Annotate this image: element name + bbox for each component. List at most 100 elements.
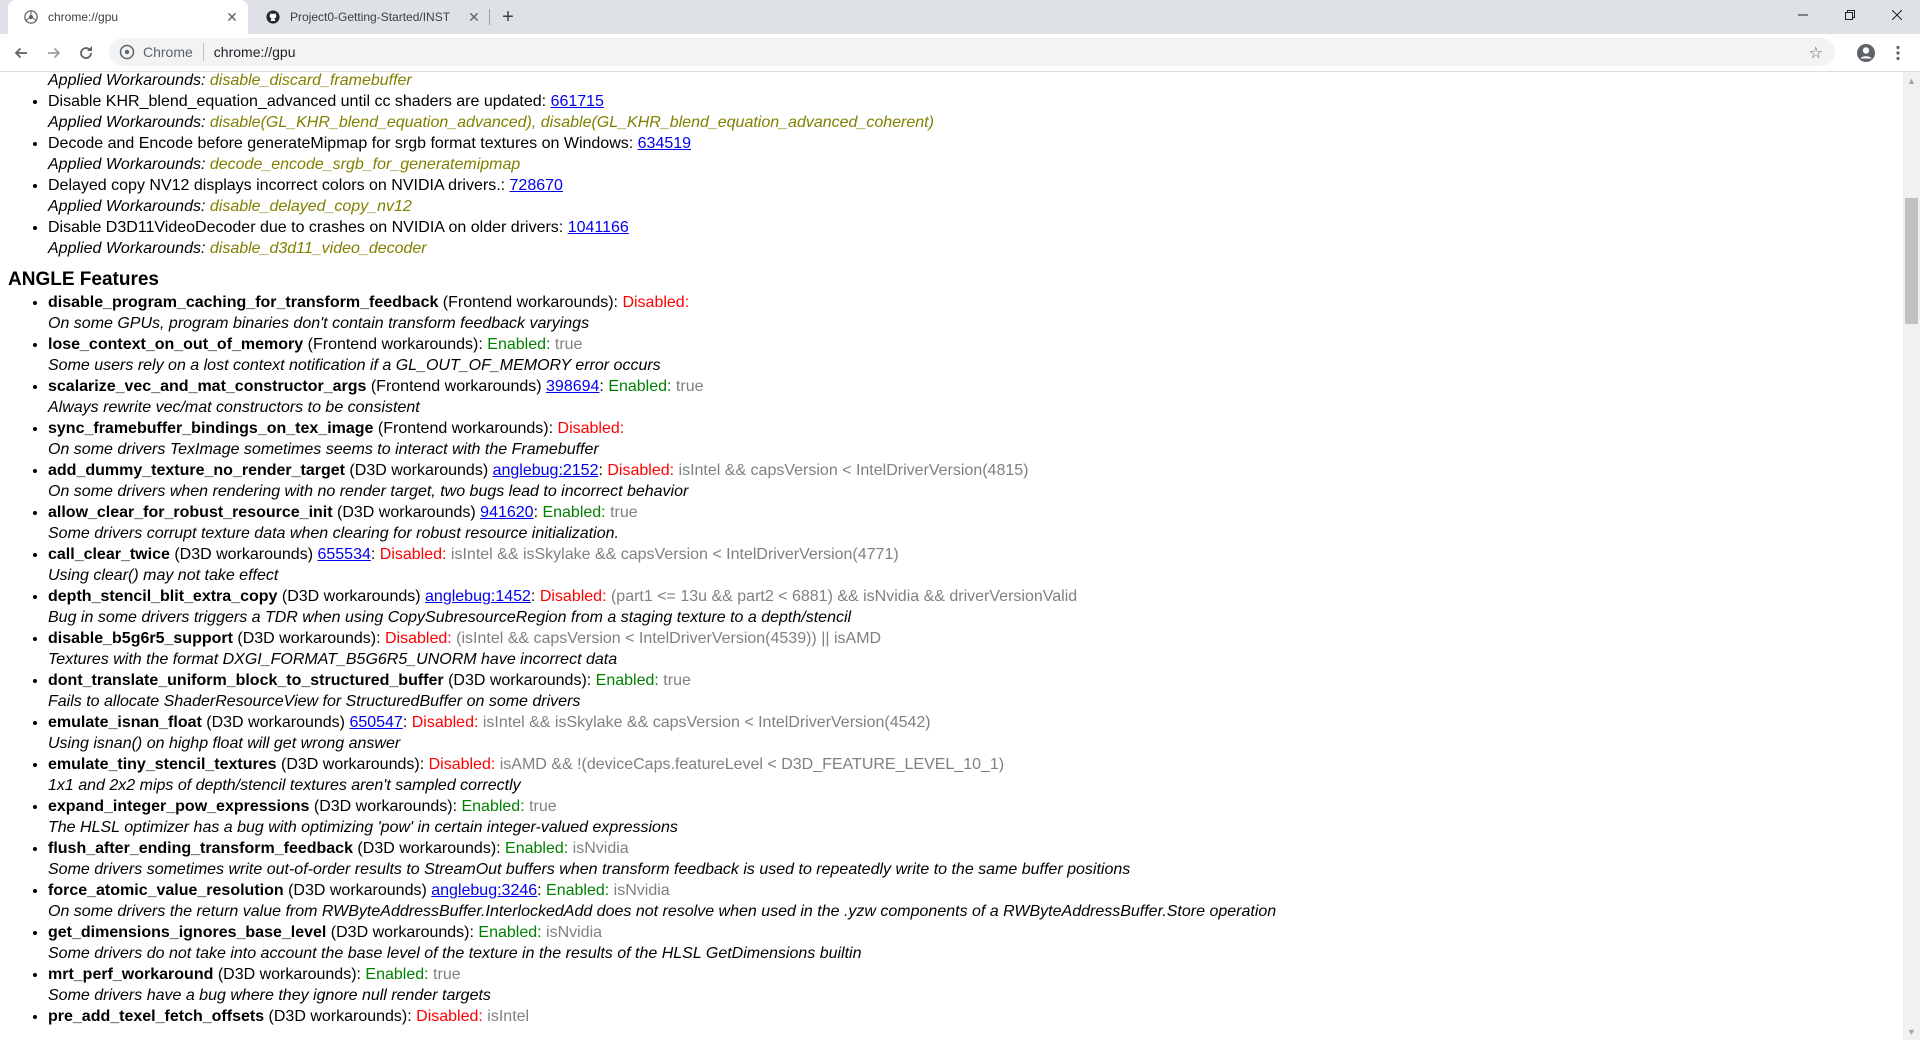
feature-colon: :	[370, 546, 380, 563]
applied-workarounds-line: Applied Workarounds: disable_delayed_cop…	[48, 196, 1903, 217]
angle-feature-item: emulate_isnan_float (D3D workarounds) 65…	[48, 712, 1903, 733]
angle-feature-item: call_clear_twice (D3D workarounds) 65553…	[48, 544, 1903, 565]
close-tab-icon[interactable]: ✕	[466, 9, 482, 25]
applied-workarounds-line: Applied Workarounds: decode_encode_srgb_…	[48, 154, 1903, 175]
feature-colon: :	[548, 420, 558, 437]
feature-condition: isAMD && !(deviceCaps.featureLevel < D3D…	[495, 756, 1005, 773]
angle-feature-item: mrt_perf_workaround (D3D workarounds): E…	[48, 964, 1903, 985]
angle-feature-item: scalarize_vec_and_mat_constructor_args (…	[48, 376, 1903, 397]
scrollbar-thumb[interactable]	[1905, 198, 1918, 324]
profile-button[interactable]	[1853, 40, 1879, 66]
feature-name: expand_integer_pow_expressions	[48, 798, 310, 815]
restore-icon	[1845, 10, 1855, 20]
feature-status: Enabled:	[487, 336, 551, 353]
feature-name: disable_program_caching_for_transform_fe…	[48, 294, 439, 311]
feature-status: Disabled:	[411, 714, 479, 731]
angle-features-heading: ANGLE Features	[8, 269, 159, 290]
feature-condition: true	[658, 672, 691, 689]
applied-workarounds-value: disable_delayed_copy_nv12	[209, 198, 412, 215]
url-text[interactable]: chrome://gpu	[214, 44, 296, 60]
bug-link[interactable]: 398694	[546, 378, 599, 395]
scroll-up-arrow-icon[interactable]: ▲	[1903, 72, 1920, 89]
tab-strip: chrome://gpu ✕ Project0-Getting-Started/…	[0, 0, 1920, 34]
feature-status: Disabled:	[385, 630, 452, 647]
github-icon	[266, 10, 280, 24]
bug-link[interactable]: 650547	[349, 714, 402, 731]
bookmark-star-icon[interactable]: ☆	[1809, 43, 1823, 63]
chrome-site-icon[interactable]	[119, 44, 135, 60]
feature-status: Enabled:	[542, 504, 606, 521]
feature-category: (D3D workarounds)	[201, 714, 350, 731]
close-tab-icon[interactable]: ✕	[224, 9, 240, 25]
angle-features-list: disable_program_caching_for_transform_fe…	[0, 292, 1903, 1027]
feature-status: Enabled:	[365, 966, 429, 983]
feature-name: scalarize_vec_and_mat_constructor_args	[48, 378, 367, 395]
applied-workarounds-line: Applied Workarounds: disable(GL_KHR_blen…	[48, 112, 1903, 133]
feature-status: Disabled:	[622, 294, 690, 311]
address-bar[interactable]: Chrome chrome://gpu ☆	[109, 38, 1835, 66]
feature-description: 1x1 and 2x2 mips of depth/stencil textur…	[48, 777, 521, 794]
reload-button[interactable]	[73, 40, 99, 66]
applied-workarounds-label: Applied Workarounds:	[48, 240, 210, 257]
bug-link[interactable]: 941620	[480, 504, 533, 521]
applied-workarounds-value: decode_encode_srgb_for_generatemipmap	[209, 156, 521, 173]
tab-title: chrome://gpu	[48, 10, 119, 24]
feature-description: On some GPUs, program binaries don't con…	[48, 315, 590, 332]
feature-name: depth_stencil_blit_extra_copy	[48, 588, 278, 605]
menu-button[interactable]	[1885, 40, 1911, 66]
close-icon	[1892, 10, 1902, 20]
applied-workarounds-label: Applied Workarounds:	[48, 72, 210, 89]
feature-status: Disabled:	[428, 756, 496, 773]
feature-colon: :	[599, 378, 609, 395]
feature-colon: :	[402, 714, 412, 731]
feature-name: get_dimensions_ignores_base_level	[48, 924, 327, 941]
feature-category: (Frontend workarounds)	[373, 420, 549, 437]
browser-toolbar: Chrome chrome://gpu ☆	[0, 34, 1920, 72]
feature-name: mrt_perf_workaround	[48, 966, 214, 983]
new-tab-button[interactable]: +	[498, 7, 518, 28]
feature-status: Enabled:	[595, 672, 659, 689]
feature-name: emulate_tiny_stencil_textures	[48, 756, 277, 773]
workaround-item: Disable D3D11VideoDecoder due to crashes…	[48, 217, 1903, 238]
feature-name: sync_framebuffer_bindings_on_tex_image	[48, 420, 374, 437]
applied-workarounds-label: Applied Workarounds:	[48, 114, 210, 131]
feature-status: Disabled:	[416, 1008, 483, 1025]
restore-button[interactable]	[1827, 0, 1873, 30]
feature-status: Disabled:	[379, 546, 447, 563]
chrome-page-icon	[24, 10, 38, 24]
tab-chrome-gpu[interactable]: chrome://gpu ✕	[8, 0, 248, 34]
feature-category: (D3D workarounds)	[352, 840, 497, 857]
bug-link[interactable]: 634519	[638, 135, 691, 152]
feature-category: (Frontend workarounds)	[438, 294, 614, 311]
page-scrollbar[interactable]: ▲ ▼	[1903, 72, 1920, 1040]
feature-description: Some drivers sometimes write out-of-orde…	[48, 861, 1131, 878]
forward-button[interactable]	[41, 40, 67, 66]
bug-link[interactable]: 655534	[317, 546, 370, 563]
forward-arrow-icon	[48, 47, 61, 59]
feature-category: (D3D workarounds)	[344, 462, 493, 479]
bug-link[interactable]: anglebug:1452	[425, 588, 531, 605]
feature-condition: (isIntel && capsVersion < IntelDriverVer…	[451, 630, 882, 647]
bug-link[interactable]: 661715	[551, 93, 604, 110]
angle-feature-item: get_dimensions_ignores_base_level (D3D w…	[48, 922, 1903, 943]
back-button[interactable]	[8, 40, 34, 66]
tab-separator	[489, 9, 490, 25]
minimize-button[interactable]	[1780, 0, 1826, 30]
feature-colon: :	[419, 756, 429, 773]
feature-condition: true	[550, 336, 583, 353]
bug-link[interactable]: 1041166	[568, 219, 629, 236]
workaround-description: Decode and Encode before generateMipmap …	[48, 135, 638, 152]
feature-condition: isIntel && capsVersion < IntelDriverVers…	[674, 462, 1029, 479]
feature-status: Enabled:	[461, 798, 525, 815]
bug-link[interactable]: anglebug:2152	[493, 462, 599, 479]
bug-link[interactable]: 728670	[510, 177, 563, 194]
scroll-down-arrow-icon[interactable]: ▼	[1903, 1023, 1920, 1040]
bug-link[interactable]: anglebug:3246	[431, 882, 537, 899]
close-window-button[interactable]	[1874, 0, 1920, 30]
chip-divider	[202, 43, 204, 61]
feature-status: Enabled:	[505, 840, 569, 857]
tab-project0[interactable]: Project0-Getting-Started/INST ✕	[250, 0, 490, 34]
feature-category: (D3D workarounds)	[213, 966, 357, 983]
feature-condition: true	[524, 798, 557, 815]
applied-workarounds-label: Applied Workarounds:	[48, 198, 210, 215]
